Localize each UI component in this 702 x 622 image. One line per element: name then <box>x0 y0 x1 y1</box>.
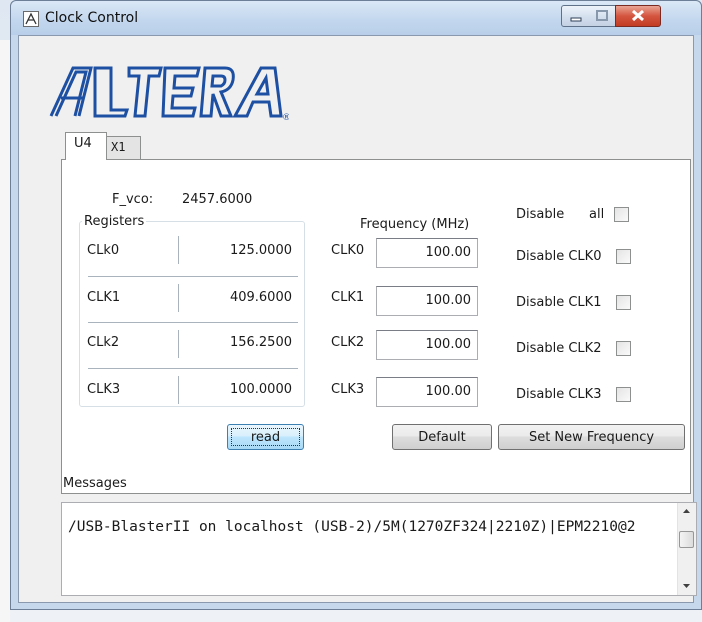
scroll-up-icon <box>683 509 690 513</box>
close-icon <box>631 9 645 22</box>
freq-label-clk2: CLK2 <box>331 335 365 350</box>
focus-indicator <box>231 428 300 446</box>
disable-clk0-label: Disable CLK0 <box>516 249 602 264</box>
disable-clk2-label: Disable CLK2 <box>516 341 602 356</box>
title-bar[interactable]: Clock Control <box>11 1 701 35</box>
tab-x1[interactable]: X1 <box>105 136 141 160</box>
messages-textarea[interactable]: /USB-BlasterII on localhost (USB-2)/5M(1… <box>61 502 697 596</box>
scroll-down-icon <box>683 584 690 588</box>
default-button-label: Default <box>418 430 466 445</box>
app-icon <box>23 11 39 27</box>
background-window-edge <box>0 40 10 622</box>
read-button[interactable]: read <box>227 424 304 450</box>
freq-input-clk1[interactable]: 100.00 <box>376 286 478 316</box>
row-separator <box>88 276 298 277</box>
row-separator <box>88 322 298 323</box>
maximize-button[interactable] <box>589 5 616 27</box>
freq-input-clk2[interactable]: 100.00 <box>376 330 478 360</box>
default-button[interactable]: Default <box>392 424 492 450</box>
disable-clk2-checkbox[interactable] <box>616 341 631 356</box>
scroll-down-button[interactable] <box>678 577 695 594</box>
disable-clk3-label: Disable CLK3 <box>516 387 602 402</box>
freq-input-clk0[interactable]: 100.00 <box>376 238 478 268</box>
set-new-frequency-button[interactable]: Set New Frequency <box>498 424 685 450</box>
disable-clk3-checkbox[interactable] <box>616 387 631 402</box>
fvco-value: 2457.6000 <box>182 192 253 207</box>
disable-clk1-checkbox[interactable] <box>616 295 631 310</box>
freq-label-clk1: CLK1 <box>331 290 365 305</box>
set-new-frequency-label: Set New Frequency <box>528 430 655 445</box>
scroll-thumb[interactable] <box>679 531 694 548</box>
disable-all-label: all <box>589 207 605 222</box>
tab-u4[interactable]: U4 <box>65 132 107 160</box>
fvco-label: F_vco: <box>112 192 154 207</box>
register-value-clk2: 156.2500 <box>229 335 292 350</box>
messages-text: /USB-BlasterII on localhost (USB-2)/5M(1… <box>68 519 636 535</box>
freq-input-clk3[interactable]: 100.00 <box>376 377 478 407</box>
row-separator <box>88 368 298 369</box>
disable-all-checkbox[interactable] <box>614 207 629 222</box>
messages-scrollbar[interactable] <box>677 503 696 595</box>
scroll-up-button[interactable] <box>678 503 695 520</box>
column-separator <box>178 284 179 312</box>
register-label-clk0: CLk0 <box>87 243 120 258</box>
registers-title: Registers <box>82 214 147 229</box>
window-title: Clock Control <box>45 10 139 26</box>
register-value-clk1: 409.6000 <box>229 290 292 305</box>
register-label-clk3: CLK3 <box>87 382 121 397</box>
column-separator <box>178 376 179 404</box>
altera-logo: ® <box>49 66 289 122</box>
register-value-clk0: 125.0000 <box>229 243 292 258</box>
maximize-icon <box>596 10 608 21</box>
disable-clk1-label: Disable CLK1 <box>516 295 602 310</box>
register-value-clk3: 100.0000 <box>229 382 292 397</box>
freq-label-clk0: CLK0 <box>331 243 365 258</box>
tab-panel-u4: F_vco: 2457.6000 Registers CLk0 125.0000… <box>61 159 691 494</box>
close-button[interactable] <box>615 5 661 27</box>
freq-label-clk3: CLK3 <box>331 382 365 397</box>
register-label-clk1: CLK1 <box>87 290 121 305</box>
minimize-icon <box>570 17 582 22</box>
registered-mark: ® <box>282 113 289 122</box>
minimize-button[interactable] <box>561 5 590 27</box>
clock-control-window: Clock Control ® U4 X1 F_vco: 2457.6000 R… <box>10 0 702 610</box>
disable-header: Disable <box>516 207 565 222</box>
window-client-area: ® U4 X1 F_vco: 2457.6000 Registers CLk0 … <box>18 35 697 603</box>
frequency-header: Frequency (MHz) <box>360 217 470 232</box>
disable-clk0-checkbox[interactable] <box>616 249 631 264</box>
column-separator <box>178 330 179 358</box>
register-label-clk2: CLk2 <box>87 335 120 350</box>
messages-label: Messages <box>63 476 127 491</box>
column-separator <box>178 236 179 264</box>
